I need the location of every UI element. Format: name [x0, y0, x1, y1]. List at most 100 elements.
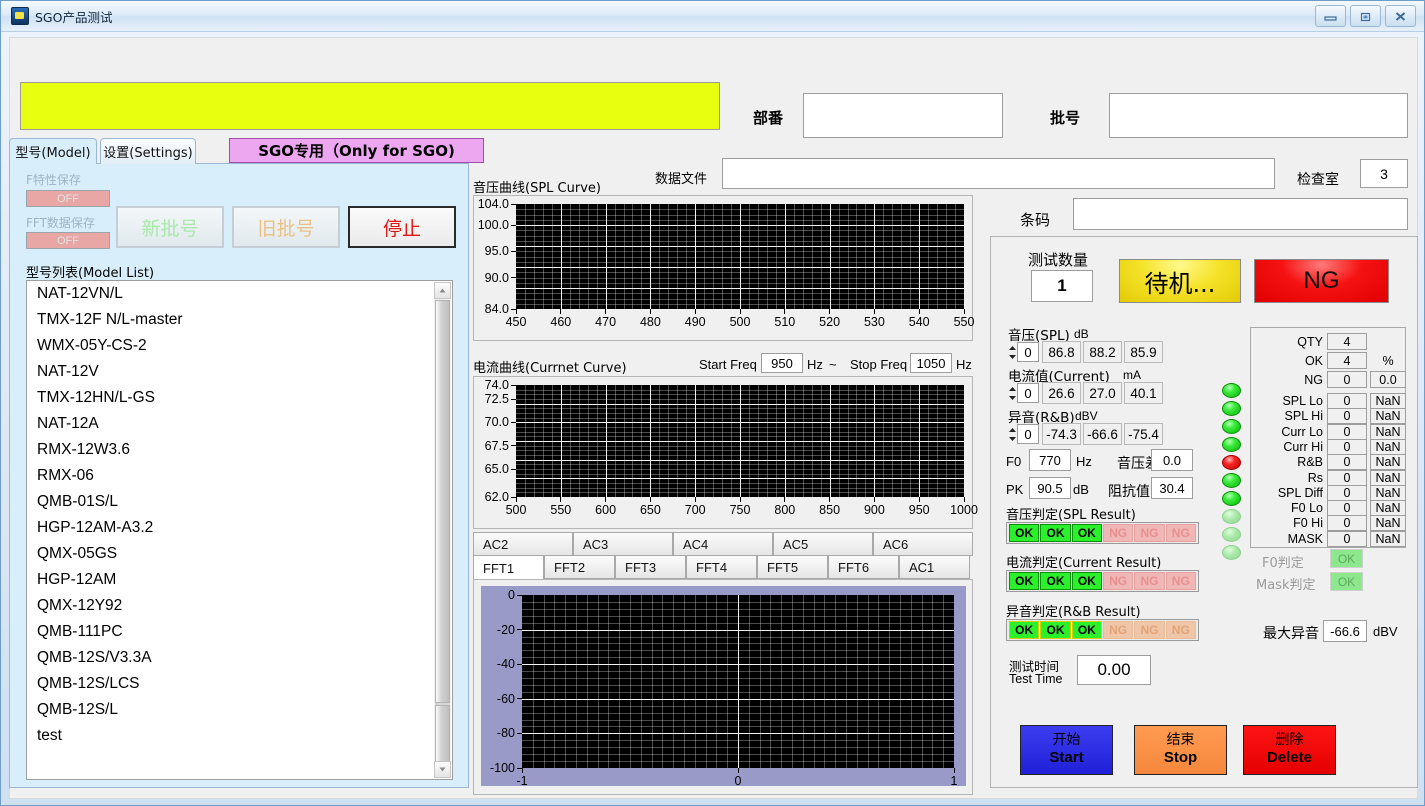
- x-axis-tick-label: 540: [908, 315, 930, 329]
- old-lot-button[interactable]: 旧批号: [232, 206, 340, 248]
- close-button[interactable]: [1385, 5, 1416, 27]
- grid-line: [516, 450, 964, 451]
- model-list-item[interactable]: HGP-12AM-A3.2: [27, 515, 452, 541]
- tab-ac2[interactable]: AC2: [473, 532, 573, 556]
- current-curve-graph[interactable]: 74.0 72.5 70.0 67.5 65.0 62.0 500 550 600 650 700…: [473, 376, 978, 529]
- x-axis-tick-label: 490: [684, 315, 706, 329]
- lot-no-input[interactable]: [1109, 93, 1408, 138]
- tab-model[interactable]: 型号(Model): [9, 138, 97, 164]
- model-list-scrollbar[interactable]: [434, 282, 451, 778]
- minimize-button[interactable]: [1315, 5, 1346, 27]
- tab-fft1[interactable]: FFT1: [473, 555, 544, 581]
- model-list-item[interactable]: QMX-05GS: [27, 541, 452, 567]
- data-file-input[interactable]: [722, 158, 1275, 189]
- stop-button-cn: 结束: [1166, 731, 1195, 748]
- scroll-up-icon[interactable]: [434, 282, 451, 299]
- stat-percent-header: %: [1382, 354, 1394, 368]
- tab-fft3[interactable]: FFT3: [615, 555, 686, 579]
- result-chip: OK: [1009, 621, 1040, 639]
- tab-ac5[interactable]: AC5: [773, 532, 873, 556]
- y-axis-tick-label: 74.0: [484, 378, 509, 392]
- stop-action-button[interactable]: 结束 Stop: [1134, 725, 1227, 775]
- grid-line: [695, 595, 696, 768]
- start-freq-input[interactable]: 950: [761, 353, 803, 373]
- status-led: [1222, 383, 1241, 398]
- tab-settings[interactable]: 设置(Settings): [100, 138, 196, 164]
- tab-fft6[interactable]: FFT6: [828, 555, 899, 579]
- scroll-thumb-upper[interactable]: [435, 300, 450, 703]
- model-list-item[interactable]: QMB-12S/L: [27, 697, 452, 723]
- model-list[interactable]: NAT-12VN/L TMX-12F N/L-master WMX-05Y-CS-2…: [26, 280, 453, 780]
- stop-button[interactable]: 停止: [348, 206, 456, 248]
- grid-line: [516, 220, 964, 221]
- model-list-item[interactable]: WMX-05Y-CS-2: [27, 333, 452, 359]
- grid-line: [522, 637, 954, 638]
- y-axis-tick: [511, 203, 516, 205]
- delete-button[interactable]: 删除 Delete: [1243, 725, 1336, 775]
- model-list-item[interactable]: HGP-12AM: [27, 567, 452, 593]
- status-button[interactable]: 待机...: [1119, 259, 1241, 303]
- measure-index-value[interactable]: 0: [1017, 424, 1039, 444]
- model-list-item[interactable]: TMX-12F N/L-master: [27, 307, 452, 333]
- result-chip: OK: [1071, 621, 1102, 639]
- grid-line: [516, 464, 964, 465]
- current-plot-area: [516, 385, 964, 497]
- barcode-input[interactable]: [1073, 198, 1408, 230]
- x-axis-tick-label: 600: [595, 503, 617, 517]
- new-lot-button[interactable]: 新批号: [116, 206, 224, 248]
- grid-line: [516, 225, 964, 226]
- measure-value: 86.8: [1042, 341, 1081, 363]
- x-axis-tick-label: 850: [819, 503, 841, 517]
- tab-fft4[interactable]: FFT4: [686, 555, 757, 579]
- x-axis-tick: [605, 497, 607, 502]
- model-list-item[interactable]: QMB-12S/LCS: [27, 671, 452, 697]
- model-list-item[interactable]: RMX-06: [27, 463, 452, 489]
- tab-fft2[interactable]: FFT2: [544, 555, 615, 579]
- model-list-item[interactable]: QMB-01S/L: [27, 489, 452, 515]
- start-button[interactable]: 开始 Start: [1020, 725, 1113, 775]
- stop-freq-input[interactable]: 1050: [910, 353, 952, 373]
- grid-line: [516, 460, 964, 461]
- spl-curve-graph[interactable]: 104.0 100.0 95.0 90.0 84.0 450 460 470 480 490 50…: [473, 195, 974, 341]
- tab-ac4[interactable]: AC4: [673, 532, 773, 556]
- model-list-item[interactable]: NAT-12V: [27, 359, 452, 385]
- model-list-item[interactable]: NAT-12VN/L: [27, 281, 452, 307]
- x-axis-tick: [963, 497, 965, 502]
- scroll-down-icon[interactable]: [434, 761, 451, 778]
- model-list-item[interactable]: RMX-12W3.6: [27, 437, 452, 463]
- x-axis-tick-label: 530: [863, 315, 885, 329]
- model-list-item[interactable]: QMB-111PC: [27, 619, 452, 645]
- scroll-thumb[interactable]: [435, 705, 450, 763]
- grid-line: [522, 706, 954, 707]
- y-axis-tick-label: 104.0: [477, 197, 509, 211]
- model-list-item[interactable]: QMB-12S/V3.3A: [27, 645, 452, 671]
- fft-save-toggle[interactable]: OFF: [26, 232, 110, 249]
- grid-line: [522, 699, 954, 700]
- tab-fft5[interactable]: FFT5: [757, 555, 828, 579]
- model-list-item[interactable]: TMX-12HN/L-GS: [27, 385, 452, 411]
- grid-line: [522, 678, 954, 679]
- y-axis-tick-label: 72.5: [484, 392, 509, 406]
- f-save-toggle[interactable]: OFF: [26, 190, 110, 207]
- grid-line: [522, 650, 954, 651]
- measure-index-value[interactable]: 0: [1017, 342, 1039, 362]
- x-axis-tick-label: 520: [819, 315, 841, 329]
- grid-line: [516, 278, 964, 279]
- part-no-input[interactable]: [803, 93, 1003, 138]
- restore-button[interactable]: [1350, 5, 1381, 27]
- grid-line: [516, 492, 964, 493]
- grid-line: [522, 713, 954, 714]
- status-led: [1222, 401, 1241, 416]
- inspect-room-value[interactable]: 3: [1360, 159, 1408, 188]
- y-axis-tick-label: -80: [496, 726, 515, 741]
- measure-index-value[interactable]: 0: [1017, 383, 1039, 403]
- y-axis-tick-label: -100: [489, 761, 515, 775]
- model-list-item[interactable]: QMX-12Y92: [27, 593, 452, 619]
- result-chip: NG: [1134, 621, 1165, 639]
- model-list-item[interactable]: test: [27, 723, 452, 749]
- tab-ac3[interactable]: AC3: [573, 532, 673, 556]
- tab-ac6[interactable]: AC6: [873, 532, 973, 556]
- model-list-item[interactable]: NAT-12A: [27, 411, 452, 437]
- fft-graph[interactable]: 0 -20 -40 -60 -80 -100 -1 0 1: [473, 579, 973, 795]
- tab-ac1[interactable]: AC1: [899, 555, 970, 579]
